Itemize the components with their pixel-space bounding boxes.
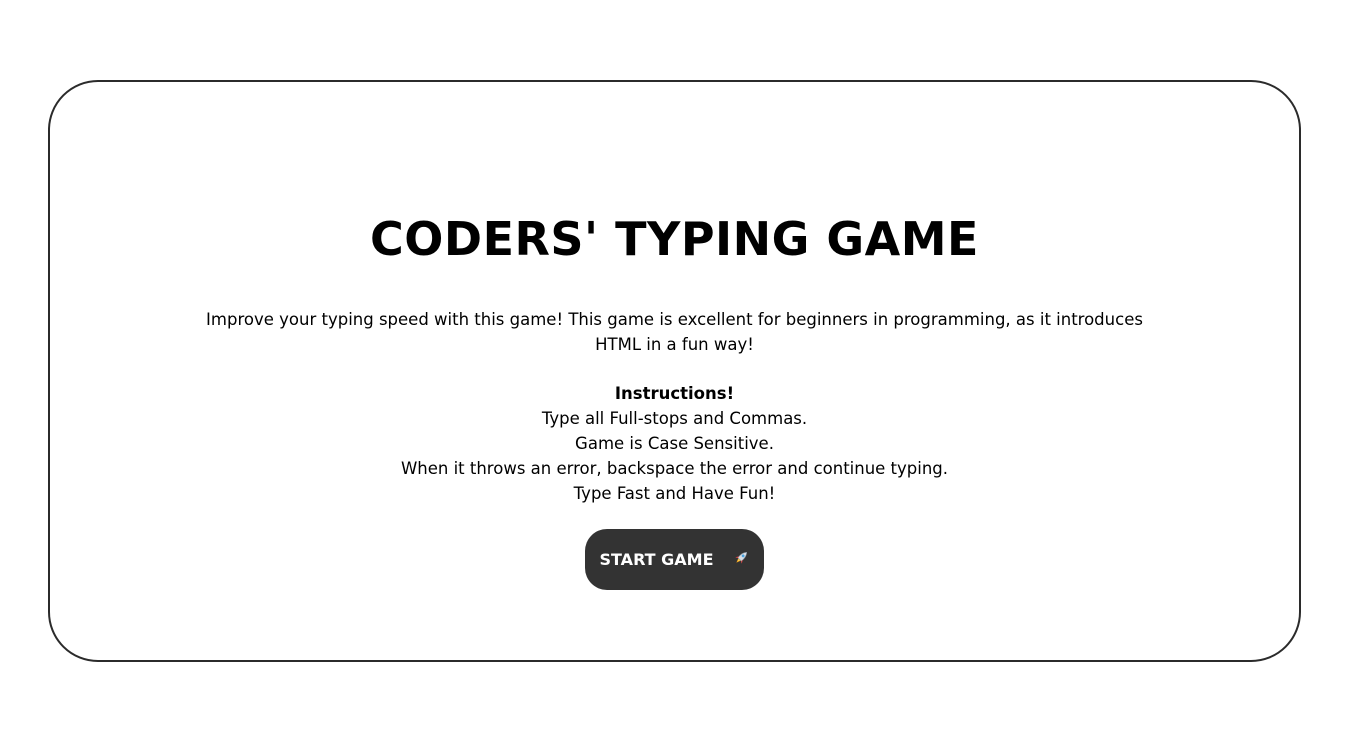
game-title: CODERS' TYPING GAME — [370, 212, 979, 266]
instructions-list: Instructions! Type all Full-stops and Co… — [50, 381, 1299, 506]
instruction-item: When it throws an error, backspace the e… — [400, 459, 949, 478]
game-description: Improve your typing speed with this game… — [206, 310, 1143, 354]
instruction-item: Type all Full-stops and Commas. — [541, 409, 808, 428]
rocket-icon — [732, 549, 750, 567]
instruction-item: Game is Case Sensitive. — [575, 434, 774, 453]
game-intro-card: CODERS' TYPING GAME Improve your typing … — [48, 80, 1301, 662]
instructions-heading: Instructions! — [614, 384, 735, 403]
start-game-button[interactable]: START GAME — [585, 529, 764, 590]
start-game-label: START GAME — [599, 550, 714, 569]
instruction-item: Type Fast and Have Fun! — [573, 484, 776, 503]
